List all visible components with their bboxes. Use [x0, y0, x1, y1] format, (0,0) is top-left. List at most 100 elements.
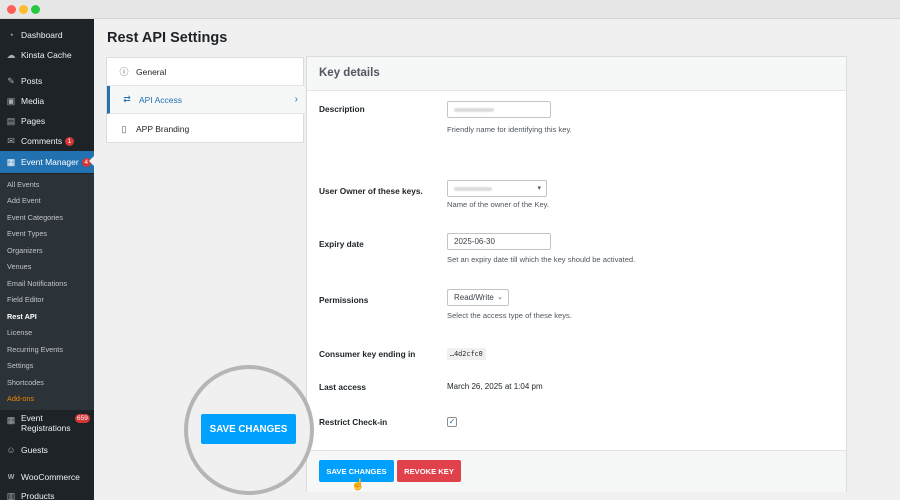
menu-item-label: Guests — [21, 445, 48, 455]
submenu-license[interactable]: License — [7, 328, 32, 337]
pages-icon: ▤ — [6, 115, 16, 126]
menu-item-label-line2: Registrations — [21, 423, 71, 433]
menu-item-guests[interactable]: ☺ Guests — [0, 440, 94, 460]
menu-item-media[interactable]: ▣ Media — [0, 91, 94, 111]
browser-titlebar — [0, 0, 900, 19]
current-menu-notch — [89, 156, 94, 166]
chevron-down-icon: ⌄ — [497, 294, 503, 301]
menu-item-label: Event Manager — [21, 157, 79, 167]
revoke-key-button[interactable]: REVOKE KEY — [397, 460, 461, 482]
event-manager-submenu: All Events Add Event Event Categories Ev… — [0, 174, 94, 410]
chevron-down-icon: ▾ — [537, 185, 541, 192]
description-help: Friendly name for identifying this key. — [447, 125, 572, 134]
maximize-window-dot[interactable] — [31, 5, 40, 14]
comments-count-badge: 1 — [65, 136, 75, 146]
admin-sidebar: ◔ Dashboard ☁ Kinsta Cache ✎ Posts ▣ Med… — [0, 19, 94, 500]
permissions-help: Select the access type of these keys. — [447, 311, 572, 320]
restrict-checkin-label: Restrict Check-in — [319, 417, 388, 427]
submenu-recurring-events[interactable]: Recurring Events — [7, 345, 63, 354]
chevron-right-icon: › — [294, 94, 298, 105]
menu-item-event-manager[interactable]: ▦ Event Manager 4 — [0, 151, 94, 173]
tab-label: General — [136, 66, 167, 77]
products-icon: ▥ — [6, 490, 16, 500]
registrations-count-badge: 659 — [75, 414, 90, 423]
settings-tabs: ⓘ General ⇄ API Access › ▯ APP Branding — [106, 57, 305, 143]
submenu-field-editor[interactable]: Field Editor — [7, 295, 44, 304]
menu-item-label-wrap: Event Registrations — [21, 413, 71, 433]
menu-item-label: Kinsta Cache — [21, 50, 72, 60]
menu-item-products[interactable]: ▥ Products — [0, 486, 94, 500]
menu-item-label-line1: Event — [21, 413, 43, 423]
submenu-add-event[interactable]: Add Event — [7, 196, 41, 205]
tab-app-branding[interactable]: ▯ APP Branding — [107, 115, 305, 143]
description-input[interactable] — [447, 101, 551, 118]
menu-item-label: Products — [21, 491, 55, 500]
submenu-all-events[interactable]: All Events — [7, 180, 39, 189]
menu-item-label: Comments — [21, 136, 63, 146]
consumer-key-value: …4d2cfc0 — [447, 348, 486, 360]
menu-item-posts[interactable]: ✎ Posts — [0, 71, 94, 91]
dashboard-icon: ◔ — [8, 30, 14, 40]
woocommerce-icon: W — [7, 473, 15, 481]
submenu-event-types[interactable]: Event Types — [7, 229, 47, 238]
menu-item-label: WooCommerce — [21, 472, 80, 482]
menu-item-label: Dashboard — [21, 30, 63, 40]
restrict-checkin-checkbox[interactable]: ✓ — [447, 417, 457, 427]
panel-title: Key details — [319, 67, 380, 79]
tab-label: API Access — [139, 94, 182, 105]
comments-icon: ✉ — [7, 135, 15, 146]
pointer-cursor-icon: ☝ — [351, 479, 365, 491]
checkmark-icon: ✓ — [448, 417, 456, 426]
expiry-label: Expiry date — [319, 239, 364, 249]
expiry-date-value: 2025-06-30 — [454, 237, 495, 246]
owner-label: User Owner of these keys. — [319, 186, 423, 196]
submenu-shortcodes[interactable]: Shortcodes — [7, 378, 44, 387]
permissions-value: Read/Write — [454, 293, 494, 302]
submenu-email-notifications[interactable]: Email Notifications — [7, 279, 67, 288]
phone-icon: ▯ — [121, 123, 127, 134]
media-icon: ▣ — [6, 95, 16, 106]
permissions-select[interactable]: Read/Write ⌄ — [447, 289, 509, 306]
pin-icon: ✎ — [7, 75, 15, 86]
info-icon: ⓘ — [119, 67, 129, 77]
redacted-value — [454, 108, 494, 112]
submenu-settings[interactable]: Settings — [7, 361, 33, 370]
calendar-icon: ▦ — [6, 156, 16, 167]
owner-help: Name of the owner of the Key. — [447, 200, 550, 209]
menu-item-kinsta-cache[interactable]: ☁ Kinsta Cache — [0, 45, 94, 65]
redacted-value — [454, 187, 492, 191]
page-title: Rest API Settings — [107, 30, 228, 46]
last-access-value: March 26, 2025 at 1:04 pm — [447, 382, 543, 391]
menu-item-pages[interactable]: ▤ Pages — [0, 111, 94, 131]
permissions-label: Permissions — [319, 295, 369, 305]
key-details-panel: Key details Description Friendly name fo… — [306, 56, 847, 492]
kinsta-icon: ☁ — [6, 49, 16, 60]
menu-item-woocommerce[interactable]: W WooCommerce — [0, 467, 94, 487]
menu-item-label: Media — [21, 96, 45, 106]
submenu-organizers[interactable]: Organizers — [7, 246, 43, 255]
menu-item-label: Pages — [21, 116, 46, 126]
submenu-rest-api[interactable]: Rest API — [7, 312, 37, 321]
save-changes-button-zoomed[interactable]: SAVE CHANGES — [201, 414, 296, 444]
submenu-add-ons[interactable]: Add-ons — [7, 394, 34, 403]
registrations-icon: ▦ — [6, 414, 16, 425]
owner-select[interactable]: ▾ — [447, 180, 547, 197]
consumer-key-label: Consumer key ending in — [319, 349, 416, 359]
menu-item-event-registrations[interactable]: ▦ Event Registrations 659 — [0, 413, 94, 439]
close-window-dot[interactable] — [7, 5, 16, 14]
minimize-window-dot[interactable] — [19, 5, 28, 14]
tab-label: APP Branding — [136, 124, 190, 134]
last-access-label: Last access — [319, 382, 367, 392]
submenu-venues[interactable]: Venues — [7, 262, 31, 271]
panel-header: Key details — [307, 57, 846, 91]
tab-api-access[interactable]: ⇄ API Access › — [107, 86, 305, 114]
expiry-date-input[interactable]: 2025-06-30 — [447, 233, 551, 250]
expiry-help: Set an expiry date till which the key sh… — [447, 255, 636, 264]
tab-general[interactable]: ⓘ General — [107, 58, 305, 86]
submenu-event-categories[interactable]: Event Categories — [7, 213, 63, 222]
menu-item-label: Posts — [21, 76, 43, 86]
menu-item-comments[interactable]: ✉ Comments 1 — [0, 131, 94, 151]
menu-item-dashboard[interactable]: ◔ Dashboard — [0, 25, 94, 45]
guests-icon: ☺ — [6, 445, 16, 455]
swap-arrows-icon: ⇄ — [123, 94, 131, 104]
